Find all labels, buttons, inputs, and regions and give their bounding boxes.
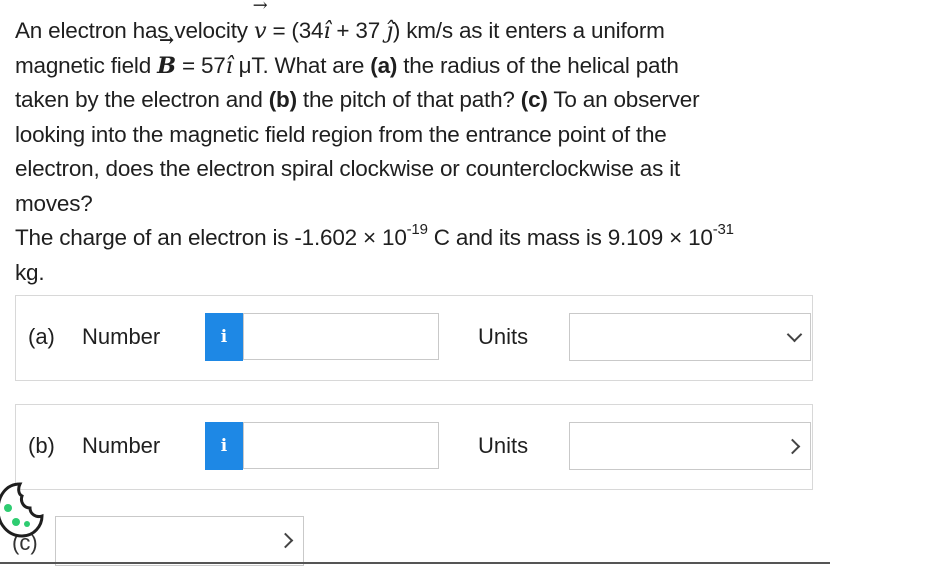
cookie-icon[interactable] — [0, 480, 46, 540]
number-label-a: Number — [82, 324, 161, 349]
question-text: An electron has velocity v = (34î + 37 ĵ… — [15, 14, 815, 290]
part-label-b: (b) — [28, 433, 55, 458]
constants-line-2: kg. — [15, 259, 45, 285]
units-select-b[interactable] — [569, 422, 811, 470]
unit-vector-i-field: î — [225, 52, 233, 79]
question-line-1: An electron has velocity v = (34î + 37 ĵ… — [15, 14, 815, 49]
units-select-a[interactable] — [569, 313, 811, 361]
chevron-right-icon — [277, 532, 294, 549]
chevron-down-icon — [786, 326, 803, 343]
answer-row-a: (a) Number i Units — [15, 295, 813, 381]
unit-vector-i: î — [323, 18, 331, 44]
question-line-5: electron, does the electron spiral clock… — [15, 156, 681, 181]
question-line-6: moves? — [15, 190, 93, 216]
chevron-right-icon — [784, 438, 801, 455]
number-input-b[interactable] — [243, 422, 439, 469]
number-input-a[interactable] — [243, 313, 439, 360]
divider — [0, 562, 830, 564]
units-label-a: Units — [478, 324, 529, 349]
answer-row-b: (b) Number i Units — [15, 404, 813, 490]
velocity-vector-symbol: v — [254, 14, 267, 49]
units-label-b: Units — [478, 433, 529, 458]
question-line-4: looking into the magnetic field region f… — [15, 121, 667, 147]
answer-select-c[interactable] — [55, 516, 304, 566]
constants-line: The charge of an electron is -1.602 × 10… — [15, 220, 734, 251]
unit-vector-j: ĵ — [386, 18, 393, 44]
question-line-3: taken by the electron and (b) the pitch … — [15, 87, 700, 112]
info-icon[interactable]: i — [205, 422, 243, 470]
number-label-b: Number — [82, 433, 161, 458]
question-line-2: magnetic field B = 57î μT. What are (a) … — [15, 49, 815, 84]
info-icon[interactable]: i — [205, 313, 243, 361]
part-label-a: (a) — [28, 324, 55, 349]
field-vector-symbol: B — [157, 49, 176, 84]
